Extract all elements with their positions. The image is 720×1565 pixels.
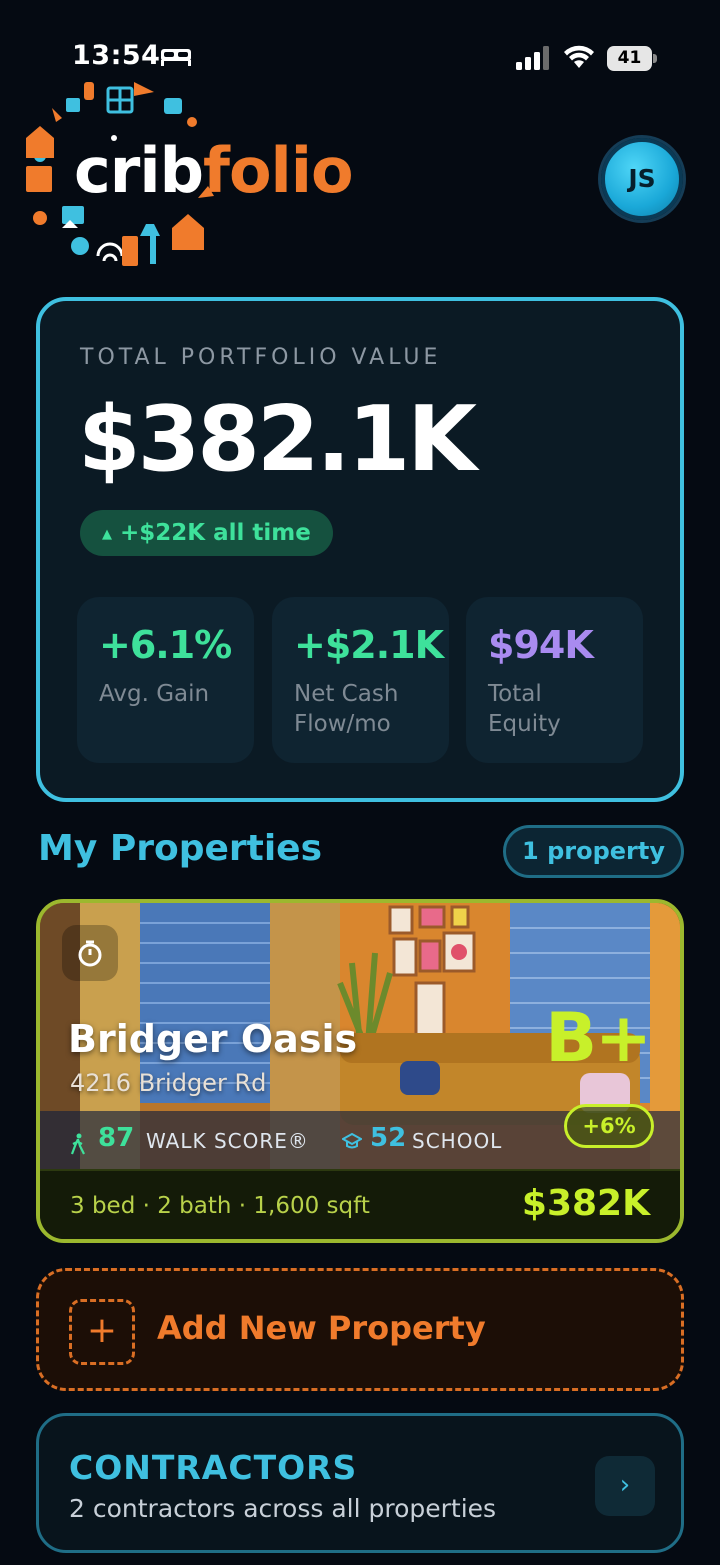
user-avatar-button[interactable]: JS	[601, 138, 683, 220]
logo-wordmark: cribfolio	[74, 134, 354, 207]
stat-value: $94K	[488, 623, 594, 667]
stat-label: Net Cash Flow/mo	[294, 681, 399, 737]
contractors-card[interactable]: CONTRACTORS 2 contractors across all pro…	[36, 1413, 684, 1553]
walk-score-label: WALK SCORE®	[146, 1129, 309, 1153]
plus-icon: +	[69, 1299, 135, 1365]
property-details: 3 bed · 2 bath · 1,600 sqft	[70, 1193, 370, 1219]
property-grade: B+	[545, 999, 652, 1078]
graduation-cap-icon	[342, 1132, 362, 1149]
status-time: 13:54	[72, 40, 161, 71]
contractors-subtitle: 2 contractors across all properties	[69, 1494, 497, 1523]
logo-wordmark-crib: crib	[74, 134, 204, 207]
property-card[interactable]: Bridger Oasis 4216 Bridger Rd B+ 87 WALK…	[36, 899, 684, 1243]
stat-total-equity: $94K Total Equity	[466, 597, 643, 763]
my-properties-heading: My Properties	[38, 828, 323, 869]
bed-icon	[161, 49, 191, 66]
walk-score-value: 87	[98, 1123, 135, 1153]
stat-avg-gain: +6.1% Avg. Gain	[77, 597, 254, 763]
cribfolio-logo: cribfolio	[22, 78, 367, 278]
up-triangle-icon: ▲	[102, 527, 112, 542]
property-count-badge: 1 property	[503, 825, 684, 878]
wifi-icon	[564, 45, 594, 68]
battery-indicator: 41	[607, 46, 657, 71]
walk-icon	[70, 1133, 85, 1155]
property-price: $382K	[521, 1183, 650, 1224]
portfolio-label: TOTAL PORTFOLIO VALUE	[80, 345, 442, 370]
all-time-gain-badge: ▲ +$22K all time	[80, 510, 333, 556]
portfolio-summary-card: TOTAL PORTFOLIO VALUE $382.1K ▲ +$22K all…	[36, 297, 684, 802]
battery-cap	[653, 54, 657, 63]
stat-net-cash-flow: +$2.1K Net Cash Flow/mo	[272, 597, 449, 763]
timer-button[interactable]	[62, 925, 118, 981]
add-new-property-button[interactable]: + Add New Property	[36, 1268, 684, 1391]
stat-label: Total Equity	[488, 681, 561, 737]
property-footer: 3 bed · 2 bath · 1,600 sqft $382K	[40, 1169, 680, 1239]
add-new-property-label: Add New Property	[157, 1309, 486, 1347]
stat-label: Avg. Gain	[99, 681, 210, 707]
property-address: 4216 Bridger Rd	[70, 1069, 267, 1097]
school-score-value: 52	[370, 1123, 407, 1153]
property-name: Bridger Oasis	[68, 1017, 358, 1061]
logo-wordmark-folio: folio	[202, 134, 354, 207]
battery-level: 41	[607, 46, 652, 71]
school-score-label: SCHOOL	[412, 1129, 503, 1153]
property-change-badge: +6%	[564, 1104, 654, 1148]
contractors-title: CONTRACTORS	[69, 1448, 358, 1487]
all-time-gain-text: +$22K all time	[120, 520, 311, 546]
chevron-right-icon[interactable]: ›	[595, 1456, 655, 1516]
cellular-signal-icon	[516, 46, 549, 70]
stopwatch-icon	[78, 940, 102, 967]
stat-value: +$2.1K	[294, 623, 444, 667]
stat-value: +6.1%	[99, 623, 232, 667]
portfolio-value: $382.1K	[78, 387, 477, 492]
